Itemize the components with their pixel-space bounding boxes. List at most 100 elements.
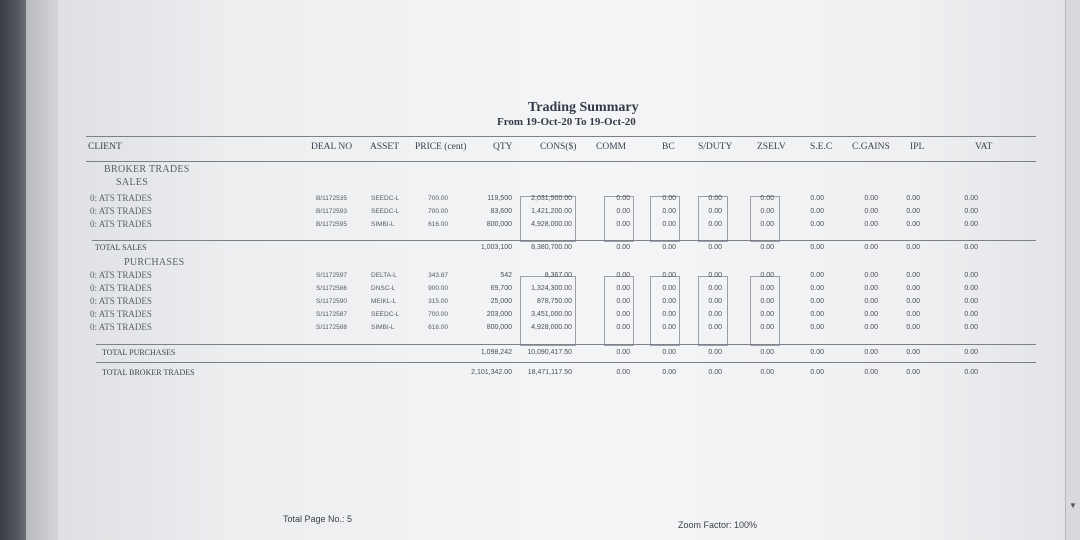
duty-cell: 0.00 (708, 298, 722, 305)
ipl-cell: 0.00 (906, 285, 920, 292)
total-ipl-cell: 0.00 (906, 244, 920, 251)
scroll-down-icon[interactable]: ▼ (1067, 500, 1079, 512)
client-cell: 0: ATS TRADES (90, 322, 152, 332)
price-cell: 616.00 (428, 221, 448, 228)
client-cell: 0: ATS TRADES (90, 309, 152, 319)
section-broker-trades: BROKER TRADES (104, 164, 190, 175)
cons-cell: 3,451,000.00 (531, 311, 572, 318)
total-broker-trades-label: TOTAL BROKER TRADES (102, 368, 195, 377)
deal-no-cell: S/1172587 (316, 311, 347, 318)
total-zselv-cell: 0.00 (760, 349, 774, 356)
column-header-deal-no: DEAL NO (311, 142, 353, 152)
zoom-factor: Zoom Factor: 100% (678, 520, 758, 530)
price-cell: 700.00 (428, 311, 448, 318)
zselv-cell: 0.00 (760, 208, 774, 215)
column-header-sec: S.E.C (810, 142, 833, 152)
zselv-cell: 0.00 (760, 298, 774, 305)
total-comm-cell: 0.00 (616, 369, 630, 376)
vat-cell: 0.00 (964, 324, 978, 331)
qty-cell: 203,000 (486, 311, 512, 318)
comm-cell: 0.00 (616, 195, 630, 202)
qty-cell: 800,000 (486, 324, 512, 331)
duty-cell: 0.00 (708, 285, 722, 292)
deal-no-cell: S/1172588 (316, 324, 347, 331)
cg-cell: 0.00 (864, 195, 878, 202)
cg-cell: 0.00 (864, 298, 878, 305)
report-viewer (26, 0, 1066, 540)
duty-cell: 0.00 (708, 221, 722, 228)
total-zselv-cell: 0.00 (760, 369, 774, 376)
qty-cell: 25,000 (490, 298, 512, 305)
cell-border (650, 196, 680, 242)
vat-cell: 0.00 (964, 285, 978, 292)
ipl-cell: 0.00 (906, 311, 920, 318)
cell-border (520, 196, 576, 242)
zselv-cell: 0.00 (760, 324, 774, 331)
cg-cell: 0.00 (864, 285, 878, 292)
comm-cell: 0.00 (616, 208, 630, 215)
cg-cell: 0.00 (864, 208, 878, 215)
section-purchases: PURCHASES (124, 257, 185, 268)
cons-cell: 8,367.00 (544, 272, 572, 279)
column-header-c-gains: C.GAINS (852, 142, 890, 152)
cg-cell: 0.00 (864, 311, 878, 318)
bc-cell: 0.00 (662, 285, 676, 292)
column-header-asset: ASSET (370, 142, 400, 152)
total-ipl-cell: 0.00 (906, 369, 920, 376)
total-cg-cell: 0.00 (864, 244, 878, 251)
asset-cell: DELTA-L (371, 272, 397, 279)
zselv-cell: 0.00 (760, 272, 774, 279)
ipl-cell: 0.00 (906, 324, 920, 331)
sec-cell: 0.00 (810, 272, 824, 279)
cg-cell: 0.00 (864, 221, 878, 228)
total-sec-cell: 0.00 (810, 244, 824, 251)
sec-cell: 0.00 (810, 208, 824, 215)
client-cell: 0: ATS TRADES (90, 193, 152, 203)
sec-cell: 0.00 (810, 324, 824, 331)
total-cg-cell: 0.00 (864, 369, 878, 376)
price-cell: 900.00 (428, 285, 448, 292)
qty-cell: 800,000 (486, 221, 512, 228)
section-sales: SALES (116, 177, 149, 188)
deal-no-cell: S/1172586 (316, 285, 347, 292)
vat-cell: 0.00 (964, 298, 978, 305)
price-cell: 700.00 (428, 195, 448, 202)
bc-cell: 0.00 (662, 272, 676, 279)
total-qty-cell: 1,003,100 (480, 244, 512, 251)
sec-cell: 0.00 (810, 285, 824, 292)
bc-cell: 0.00 (662, 298, 676, 305)
sales-total-rule (92, 240, 1036, 241)
total-cons-cell: 10,090,417.50 (527, 349, 572, 356)
comm-cell: 0.00 (616, 298, 630, 305)
client-cell: 0: ATS TRADES (90, 270, 152, 280)
total-cons-cell: 18,471,117.50 (527, 369, 572, 376)
deal-no-cell: B/1172535 (316, 195, 347, 202)
column-header-client: CLIENT (88, 142, 122, 152)
total-bc-cell: 0.00 (662, 369, 676, 376)
total-duty-cell: 0.00 (708, 244, 722, 251)
header-top-rule (86, 136, 1036, 137)
cell-border (698, 196, 728, 242)
total-sec-cell: 0.00 (810, 369, 824, 376)
total-page-count: Total Page No.: 5 (283, 514, 353, 524)
column-header-vat: VAT (975, 142, 993, 152)
column-header-s-duty: S/DUTY (698, 142, 733, 152)
ipl-cell: 0.00 (906, 195, 920, 202)
zselv-cell: 0.00 (760, 285, 774, 292)
asset-cell: SEEDC-L (371, 195, 400, 202)
total-duty-cell: 0.00 (708, 349, 722, 356)
viewer-margin (26, 0, 58, 540)
price-cell: 315.00 (428, 298, 448, 305)
bc-cell: 0.00 (662, 195, 676, 202)
sec-cell: 0.00 (810, 195, 824, 202)
total-qty-cell: 1,098,242 (480, 349, 512, 356)
cg-cell: 0.00 (864, 324, 878, 331)
price-cell: 616.00 (428, 324, 448, 331)
vertical-scrollbar[interactable]: ▼ (1065, 0, 1080, 540)
asset-cell: DNSC-L (371, 285, 396, 292)
total-sales-label: TOTAL SALES (95, 243, 147, 252)
deal-no-cell: S/1172590 (316, 298, 347, 305)
vat-cell: 0.00 (964, 195, 978, 202)
column-header-cons: CONS($) (540, 142, 577, 152)
comm-cell: 0.00 (616, 311, 630, 318)
